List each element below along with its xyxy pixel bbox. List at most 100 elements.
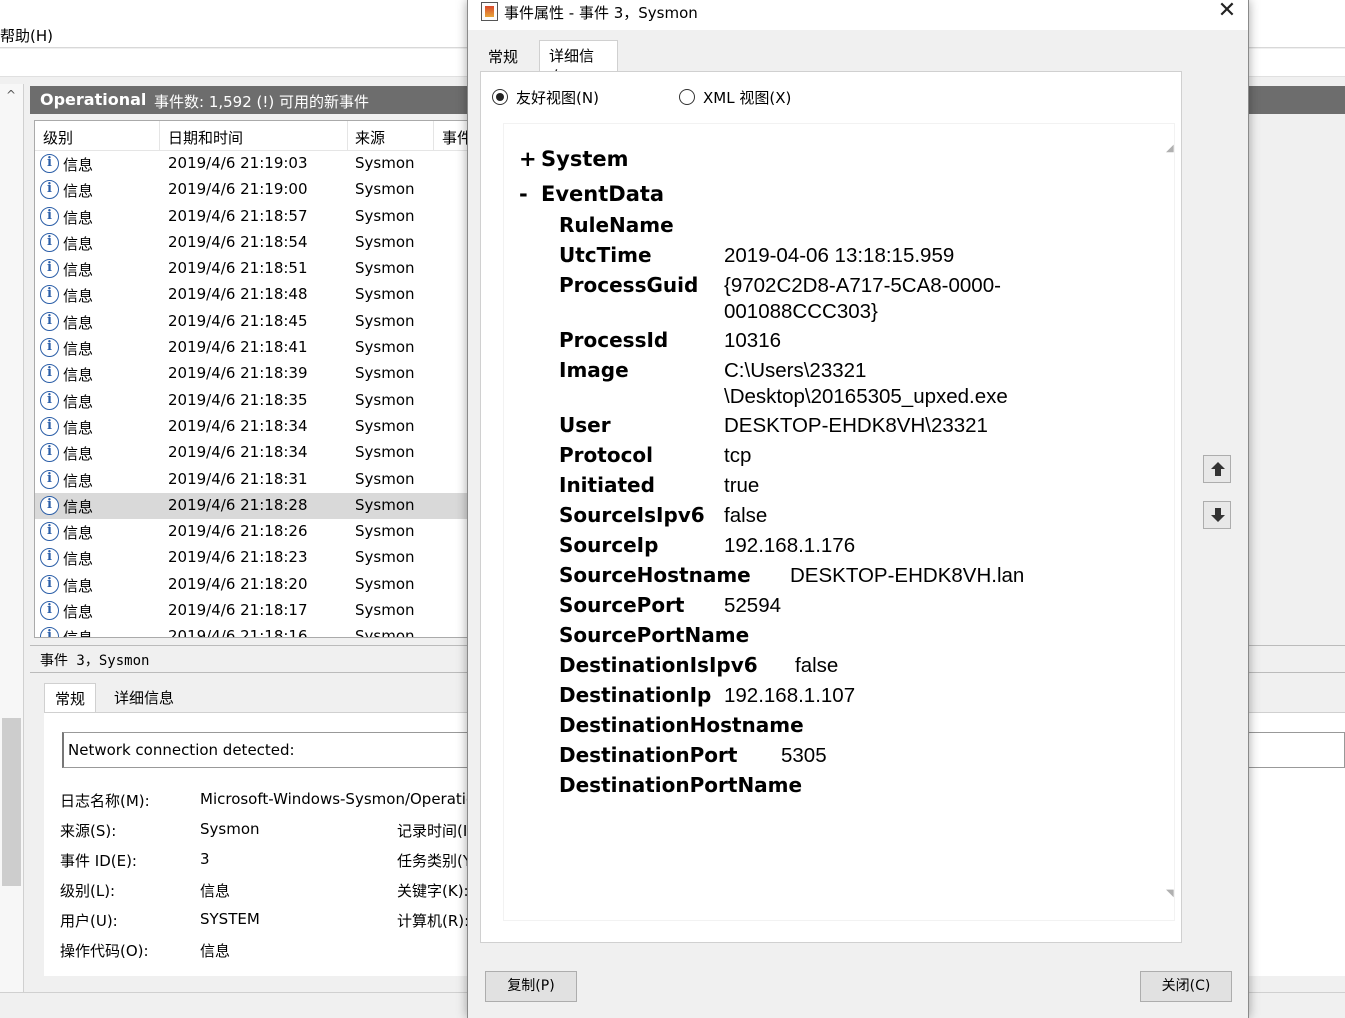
field-value: 2019-04-06 13:18:15.959 (724, 244, 955, 267)
row-datetime: 2019/4/6 21:18:34 (168, 443, 308, 462)
table-row[interactable]: i 信息 2019/4/6 21:19:03 Sysmon (35, 151, 473, 177)
user-label: 用户(U): (60, 912, 118, 930)
info-icon: i (40, 364, 59, 384)
row-datetime: 2019/4/6 21:18:57 (168, 206, 308, 225)
column-source[interactable]: 来源 (355, 127, 385, 148)
tab-general[interactable]: 常规 (44, 683, 97, 713)
event-list[interactable]: 级别 日期和时间 来源 事件 i 信息 2019/4/6 21:19:03 Sysmo… (34, 120, 474, 638)
event-viewer-app-icon (481, 2, 498, 21)
row-datetime: 2019/4/6 21:18:17 (168, 601, 308, 620)
table-row[interactable]: i 信息 2019/4/6 21:19:00 Sysmon (35, 177, 473, 203)
field-key: UtcTime (559, 243, 652, 267)
field-key: DestinationIsIpv6 (559, 653, 758, 677)
copy-button[interactable]: 复制(P) (485, 971, 577, 1002)
menu-help[interactable]: 帮助(H) (0, 25, 53, 46)
row-level: 信息 (63, 340, 94, 359)
log-name-label: 日志名称(M): (60, 792, 150, 810)
row-datetime: 2019/4/6 21:18:16 (168, 627, 308, 638)
user-value: SYSTEM (200, 910, 260, 928)
close-button[interactable]: 关闭(C) (1140, 971, 1232, 1002)
row-datetime: 2019/4/6 21:18:20 (168, 574, 308, 593)
close-icon[interactable]: ✕ (1210, 0, 1244, 26)
row-source: Sysmon (355, 443, 415, 462)
tab-details[interactable]: 详细信息 (104, 683, 184, 713)
table-row[interactable]: i 信息 2019/4/6 21:18:28 Sysmon (35, 492, 473, 520)
event-description: Network connection detected: (68, 741, 295, 759)
table-row[interactable]: i 信息 2019/4/6 21:18:39 Sysmon (35, 361, 473, 387)
event-rows: i 信息 2019/4/6 21:19:03 Sysmon i 信息 2019/4/6 21… (35, 151, 473, 638)
row-source: Sysmon (355, 627, 415, 638)
row-datetime: 2019/4/6 21:18:26 (168, 522, 308, 541)
column-datetime[interactable]: 日期和时间 (168, 127, 243, 148)
radio-xml-label: XML 视图(X) (703, 89, 792, 107)
radio-unselected-icon[interactable] (679, 89, 695, 105)
row-source: Sysmon (355, 601, 415, 620)
field-key: Image (559, 358, 629, 382)
previous-event-button[interactable] (1203, 455, 1231, 483)
table-row[interactable]: i 信息 2019/4/6 21:18:48 Sysmon (35, 282, 473, 308)
row-level: 信息 (63, 445, 94, 464)
row-datetime: 2019/4/6 21:18:23 (168, 548, 308, 567)
viewer-scroll-down-icon[interactable]: ◥ (1166, 888, 1174, 899)
left-pane-scrollbar[interactable]: ^ v (0, 84, 24, 992)
tab-general[interactable]: 常规 (480, 43, 526, 71)
field-value: 5305 (781, 744, 827, 767)
column-divider[interactable] (347, 121, 348, 151)
info-icon: i (40, 548, 59, 568)
column-divider[interactable] (433, 121, 434, 151)
radio-selected-icon[interactable] (492, 89, 508, 105)
log-title: Operational (40, 90, 147, 109)
row-datetime: 2019/4/6 21:18:34 (168, 416, 308, 435)
next-event-button[interactable] (1203, 501, 1231, 529)
dialog-titlebar[interactable]: 事件属性 - 事件 3，Sysmon ✕ (468, 0, 1248, 30)
viewer-scroll-up-icon[interactable]: ◢ (1166, 143, 1174, 154)
column-level[interactable]: 级别 (43, 127, 73, 148)
table-row[interactable]: i 信息 2019/4/6 21:18:57 Sysmon (35, 204, 473, 230)
scrollbar-thumb[interactable] (2, 718, 21, 886)
table-row[interactable]: i 信息 2019/4/6 21:18:17 Sysmon (35, 598, 473, 624)
row-level: 信息 (63, 471, 94, 490)
row-datetime: 2019/4/6 21:18:39 (168, 364, 308, 383)
tab-details[interactable]: 详细信息 (539, 40, 618, 86)
event-data-viewer[interactable]: ◢ ◥ + System - EventData RuleName UtcTime… (503, 123, 1175, 921)
field-key: SourcePortName (559, 623, 750, 647)
table-row[interactable]: i 信息 2019/4/6 21:18:45 Sysmon (35, 309, 473, 335)
event-id-value: 3 (200, 850, 210, 868)
event-list-header: 级别 日期和时间 来源 事件 (35, 121, 473, 151)
computer-label: 计算机(R): (397, 912, 470, 930)
field-value: DESKTOP-EHDK8VH.lan (790, 564, 1025, 587)
table-row[interactable]: i 信息 2019/4/6 21:18:23 Sysmon (35, 545, 473, 571)
field-value: 192.168.1.176 (724, 534, 856, 557)
row-datetime: 2019/4/6 21:18:51 (168, 259, 308, 278)
table-row[interactable]: i 信息 2019/4/6 21:18:16 Sysmon (35, 624, 473, 638)
row-level: 信息 (63, 208, 94, 227)
table-row[interactable]: i 信息 2019/4/6 21:18:41 Sysmon (35, 335, 473, 361)
collapse-icon[interactable]: - (519, 182, 535, 206)
row-level: 信息 (63, 287, 94, 306)
row-source: Sysmon (355, 232, 415, 251)
column-divider[interactable] (159, 121, 160, 151)
row-source: Sysmon (355, 285, 415, 304)
scroll-up-icon[interactable]: ^ (6, 88, 16, 102)
expand-icon[interactable]: + (519, 147, 537, 171)
field-key: RuleName (559, 213, 674, 237)
table-row[interactable]: i 信息 2019/4/6 21:18:20 Sysmon (35, 572, 473, 598)
row-level: 信息 (63, 313, 94, 332)
row-source: Sysmon (355, 364, 415, 383)
field-value: false (724, 504, 768, 527)
row-source: Sysmon (355, 522, 415, 541)
radio-friendly-label: 友好视图(N) (516, 89, 599, 107)
table-row[interactable]: i 信息 2019/4/6 21:18:35 Sysmon (35, 388, 473, 414)
table-row[interactable]: i 信息 2019/4/6 21:18:34 Sysmon (35, 440, 473, 466)
arrow-up-icon (1211, 462, 1225, 476)
table-row[interactable]: i 信息 2019/4/6 21:18:51 Sysmon (35, 256, 473, 282)
table-row[interactable]: i 信息 2019/4/6 21:18:31 Sysmon (35, 467, 473, 493)
row-level: 信息 (63, 627, 93, 637)
row-datetime: 2019/4/6 21:19:00 (168, 180, 308, 199)
table-row[interactable]: i 信息 2019/4/6 21:18:54 Sysmon (35, 230, 473, 256)
arrow-down-icon (1211, 508, 1225, 522)
row-level: 信息 (63, 418, 94, 437)
table-row[interactable]: i 信息 2019/4/6 21:18:34 Sysmon (35, 414, 473, 440)
field-key: SourceHostname (559, 563, 751, 587)
table-row[interactable]: i 信息 2019/4/6 21:18:26 Sysmon (35, 519, 473, 545)
